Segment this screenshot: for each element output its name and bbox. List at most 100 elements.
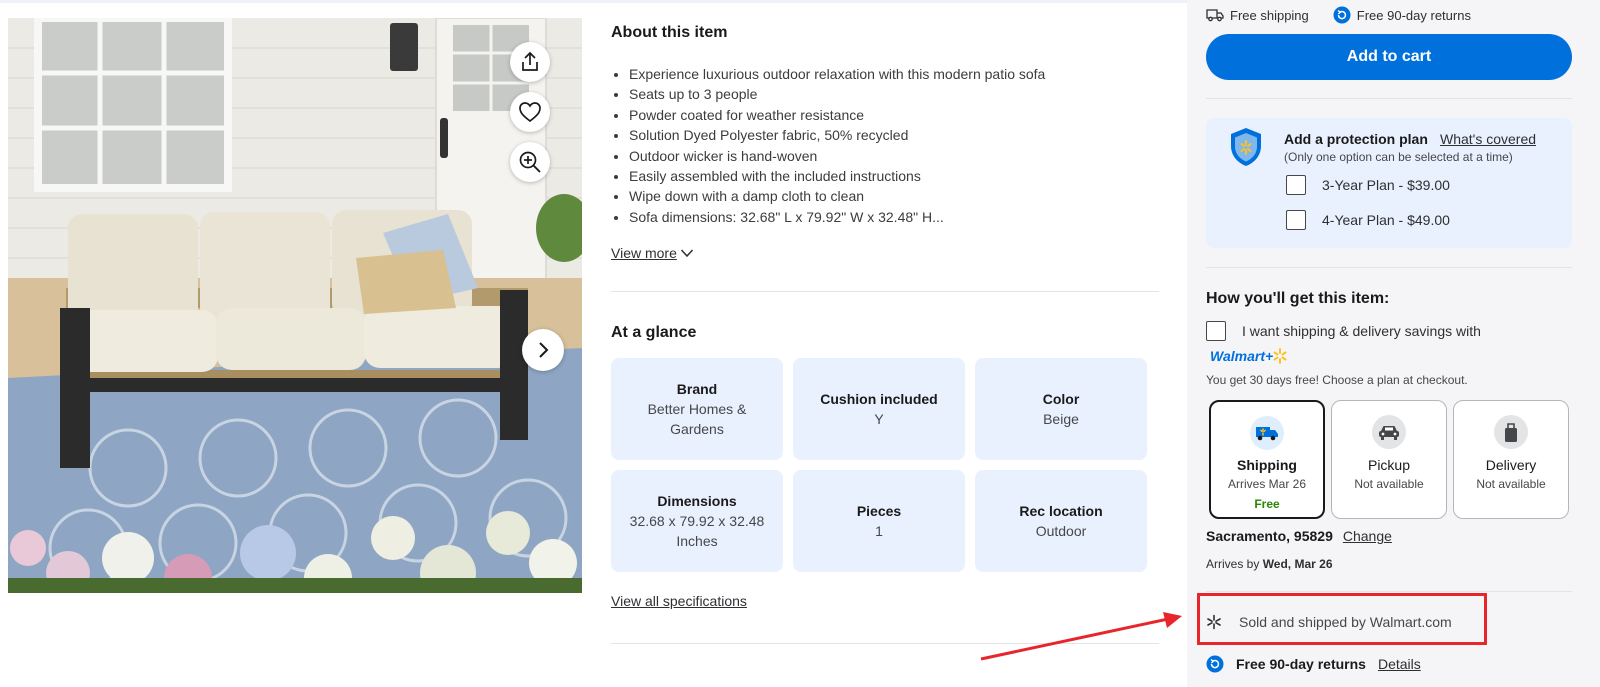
about-section: About this item Experience luxurious out… xyxy=(611,24,1159,227)
shield-icon xyxy=(1231,128,1261,166)
section-divider xyxy=(1206,591,1572,592)
zoom-in-icon xyxy=(519,151,541,173)
feature-item: Sofa dimensions: 32.68" L x 79.92" W x 3… xyxy=(629,207,1159,227)
fulfillment-option-delivery[interactable]: Delivery Not available xyxy=(1453,400,1569,519)
free-shipping-label: Free shipping xyxy=(1230,7,1309,23)
spec-value: 32.68 x 79.92 x 32.48 Inches xyxy=(629,513,765,549)
walmart-plus-logo: Walmart+ xyxy=(1210,348,1287,364)
location-text: Sacramento, 95829 xyxy=(1206,528,1333,544)
whats-covered-link[interactable]: What's covered xyxy=(1440,131,1536,147)
spec-tile: Pieces 1 xyxy=(793,470,965,572)
plan-option-label: 4-Year Plan - $49.00 xyxy=(1322,212,1450,228)
section-divider xyxy=(1206,267,1572,268)
feature-item: Experience luxurious outdoor relaxation … xyxy=(629,64,1159,84)
fulfillment-sub: Not available xyxy=(1476,477,1546,491)
returns-row: Free 90-day returns Details xyxy=(1206,655,1421,673)
spec-label: Dimensions xyxy=(657,493,737,509)
favorite-button[interactable] xyxy=(510,92,550,132)
protection-plan-title: Add a protection plan xyxy=(1284,131,1428,147)
glance-grid: Brand Better Homes & Gardens Cushion inc… xyxy=(611,358,1151,572)
returns-icon xyxy=(1333,6,1351,24)
plan-option-label: 3-Year Plan - $39.00 xyxy=(1322,177,1450,193)
returns-icon xyxy=(1206,655,1224,673)
protection-plan-box: Add a protection plan What's covered (On… xyxy=(1206,118,1572,248)
spec-tile: Cushion included Y xyxy=(793,358,965,460)
arrival-estimate: Arrives by Wed, Mar 26 xyxy=(1206,557,1333,571)
delivery-location: Sacramento, 95829 Change xyxy=(1206,528,1392,544)
about-title: About this item xyxy=(611,24,728,41)
fulfillment-name: Delivery xyxy=(1485,457,1537,473)
spark-icon xyxy=(1273,348,1287,364)
arrives-date: Wed, Mar 26 xyxy=(1262,557,1333,571)
spark-icon xyxy=(1207,614,1221,630)
spec-tile: Rec location Outdoor xyxy=(975,470,1147,572)
fulfillment-title: How you'll get this item: xyxy=(1206,290,1390,307)
view-all-specifications-link[interactable]: View all specifications xyxy=(611,593,747,609)
view-more-link[interactable]: View more xyxy=(611,245,694,261)
chevron-right-icon xyxy=(539,342,549,358)
sold-by-label: Sold and shipped by Walmart.com xyxy=(1239,614,1452,630)
trial-note: You get 30 days free! Choose a plan at c… xyxy=(1206,373,1468,387)
heart-icon xyxy=(519,102,541,123)
feature-item: Easily assembled with the included instr… xyxy=(629,166,1159,186)
section-divider xyxy=(1206,98,1572,99)
view-more-label: View more xyxy=(611,245,677,261)
fulfillment-option-pickup[interactable]: Pickup Not available xyxy=(1331,400,1447,519)
spec-label: Rec location xyxy=(1019,503,1103,519)
spec-tile: Color Beige xyxy=(975,358,1147,460)
protection-plan-subtitle: (Only one option can be selected at a ti… xyxy=(1284,150,1513,164)
spec-value: Y xyxy=(874,411,884,427)
spec-label: Cushion included xyxy=(820,391,938,407)
arrives-prefix: Arrives by xyxy=(1206,557,1260,571)
truck-icon xyxy=(1206,9,1224,22)
buy-box-panel xyxy=(1187,0,1600,687)
plan-option-4-year[interactable]: 4-Year Plan - $49.00 xyxy=(1286,210,1450,230)
feature-item: Outdoor wicker is hand-woven xyxy=(629,146,1159,166)
fulfillment-name: Shipping xyxy=(1237,457,1297,473)
car-icon xyxy=(1372,415,1406,449)
glance-title: At a glance xyxy=(611,324,697,341)
section-divider xyxy=(611,643,1159,644)
spec-value: Beige xyxy=(1043,411,1079,427)
feature-list: Experience luxurious outdoor relaxation … xyxy=(611,64,1159,227)
fulfillment-name: Pickup xyxy=(1367,457,1411,473)
free-returns-label: Free 90-day returns xyxy=(1356,7,1471,23)
walmart-plus-checkbox[interactable] xyxy=(1206,321,1226,341)
spec-value: 1 xyxy=(875,523,883,539)
spec-tile: Dimensions 32.68 x 79.92 x 32.48 Inches xyxy=(611,470,783,572)
patio-sofa-photo xyxy=(8,18,582,593)
feature-item: Seats up to 3 people xyxy=(629,84,1159,104)
spec-label: Pieces xyxy=(856,503,902,519)
plan-option-3-year[interactable]: 3-Year Plan - $39.00 xyxy=(1286,175,1450,195)
walmart-plus-option[interactable]: I want shipping & delivery savings with xyxy=(1206,321,1481,341)
feature-item: Solution Dyed Polyester fabric, 50% recy… xyxy=(629,125,1159,145)
feature-item: Powder coated for weather resistance xyxy=(629,105,1159,125)
zoom-button[interactable] xyxy=(510,142,550,182)
spec-label: Color xyxy=(1042,391,1080,407)
walmart-plus-logo-text: Walmart+ xyxy=(1210,348,1274,364)
change-location-link[interactable]: Change xyxy=(1343,528,1392,544)
fulfillment-option-shipping[interactable]: Shipping Arrives Mar 26 Free xyxy=(1209,400,1325,519)
share-icon xyxy=(522,51,538,71)
add-to-cart-button[interactable]: Add to cart xyxy=(1206,34,1572,80)
spec-value: Outdoor xyxy=(1035,523,1087,539)
spec-value: Better Homes & Gardens xyxy=(647,401,747,437)
product-image[interactable] xyxy=(8,18,582,593)
plan-checkbox[interactable] xyxy=(1286,175,1306,195)
sold-by-row: Sold and shipped by Walmart.com xyxy=(1206,614,1452,630)
returns-label: Free 90-day returns xyxy=(1236,656,1366,672)
walmart-plus-label: I want shipping & delivery savings with xyxy=(1242,323,1481,339)
fulfillment-sub: Arrives Mar 26 xyxy=(1227,477,1307,491)
delivery-truck-icon xyxy=(1250,416,1284,450)
fulfillment-sub: Not available xyxy=(1354,477,1424,491)
shipping-summary: Free shipping Free 90-day returns xyxy=(1206,6,1471,24)
plan-checkbox[interactable] xyxy=(1286,210,1306,230)
section-divider xyxy=(611,291,1159,292)
share-button[interactable] xyxy=(510,42,550,82)
feature-item: Wipe down with a damp cloth to clean xyxy=(629,186,1159,206)
returns-details-link[interactable]: Details xyxy=(1378,656,1421,672)
spec-label: Brand xyxy=(676,381,718,397)
next-image-button[interactable] xyxy=(522,329,564,371)
chevron-down-icon xyxy=(680,249,693,258)
delivery-bag-icon xyxy=(1494,415,1528,449)
